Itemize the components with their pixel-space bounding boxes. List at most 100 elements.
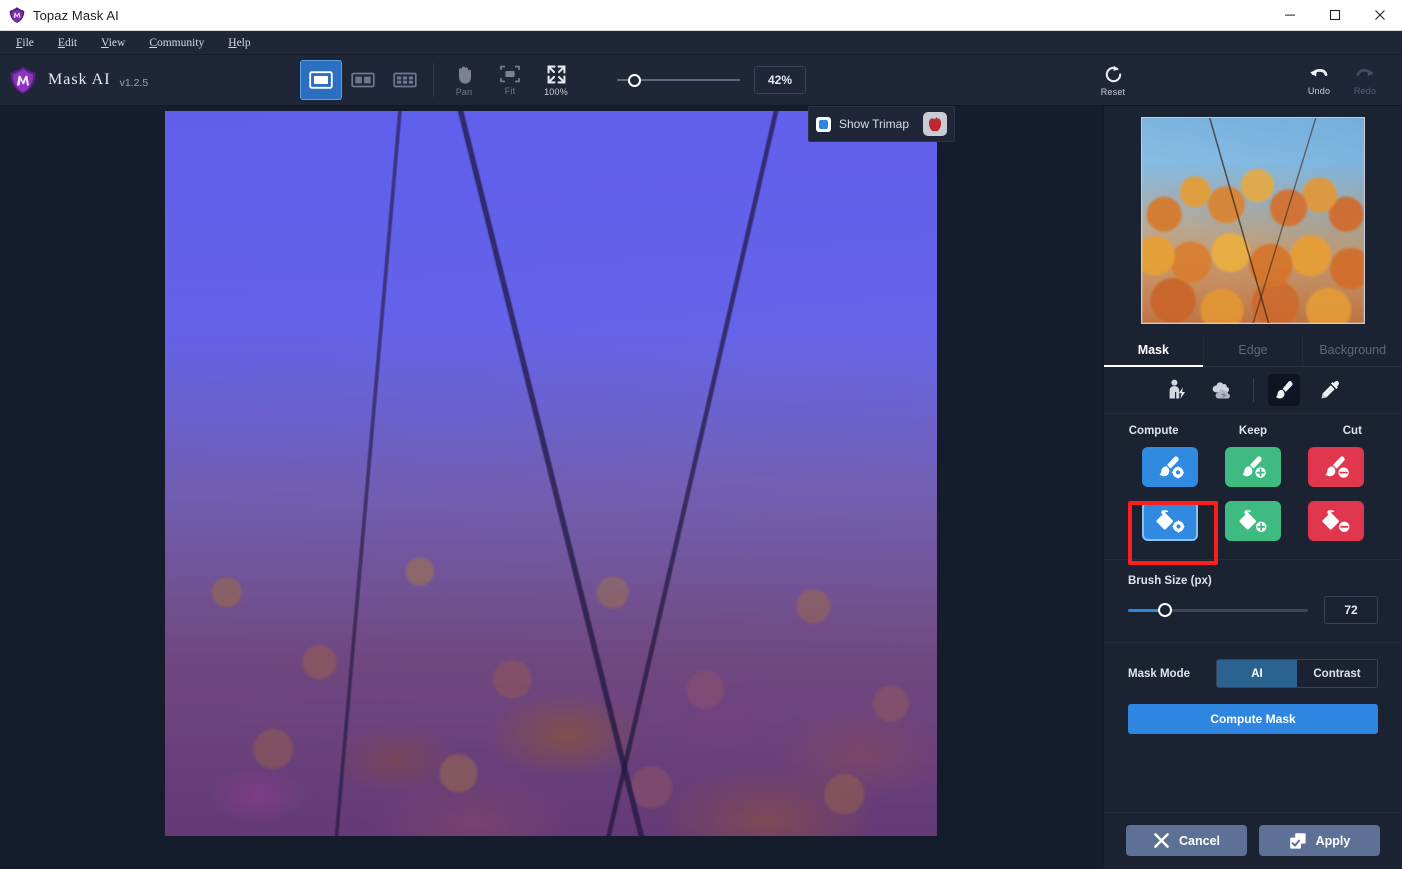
reset-button[interactable]: Reset (1090, 59, 1136, 101)
apply-button[interactable]: Apply (1259, 825, 1380, 856)
brand-version: v1.2.5 (119, 76, 149, 89)
brush-size-label: Brush Size (px) (1128, 575, 1212, 587)
cancel-button-label: Cancel (1179, 833, 1220, 848)
topaz-shield-icon (8, 6, 26, 24)
close-button[interactable] (1357, 0, 1402, 31)
zoom-100-button[interactable]: 100% (533, 59, 579, 101)
app-window: Topaz Mask AI File Edit View Community H… (0, 0, 1402, 869)
zoom-control: 42% (617, 66, 806, 94)
column-label-cut: Cut (1342, 425, 1362, 437)
fit-button[interactable]: Fit (487, 59, 533, 101)
mask-mode-contrast[interactable]: Contrast (1297, 660, 1377, 687)
undo-button-label: Undo (1307, 86, 1331, 96)
view-mode-single[interactable] (300, 60, 342, 100)
panel-spacer (1104, 734, 1402, 812)
show-trimap-bar: Show Trimap (808, 106, 955, 142)
menu-item-help[interactable]: Help (216, 34, 262, 52)
compute-mask-button[interactable]: Compute Mask (1128, 704, 1378, 734)
reset-button-label: Reset (1100, 86, 1126, 97)
apple-thumbnail-icon[interactable] (923, 112, 947, 136)
menu-edit-rest: dit (64, 36, 78, 49)
eyedropper-icon[interactable] (1314, 374, 1346, 406)
main-toolbar: Mask AI v1.2.5 Pan Fit 100% 42% Reset Un… (0, 55, 1402, 106)
canvas-image[interactable] (165, 111, 937, 836)
pan-tool-label: Pan (455, 86, 473, 97)
mask-mode-ai[interactable]: AI (1217, 660, 1297, 687)
fill-keep-button[interactable] (1224, 501, 1281, 541)
thumbnail-branches (1142, 118, 1364, 323)
zoom-slider[interactable] (617, 73, 740, 87)
image-thumbnail[interactable] (1141, 117, 1365, 324)
tab-background[interactable]: Background (1303, 334, 1402, 366)
brush-keep-button[interactable] (1224, 447, 1281, 487)
fill-cut-button[interactable] (1308, 501, 1365, 541)
toolbar-right-group: Reset Undo Redo (1076, 59, 1402, 101)
mask-ai-shield-logo (10, 66, 36, 94)
zoom-value[interactable]: 42% (754, 66, 806, 94)
tool-row-divider (1252, 378, 1254, 402)
view-mode-group (300, 55, 426, 106)
person-lightning-icon[interactable] (1161, 374, 1193, 406)
brush-size-value[interactable]: 72 (1324, 596, 1378, 624)
nav-tools-group: Pan Fit 100% (441, 55, 579, 106)
checkbox-check-icon (819, 119, 828, 129)
menu-item-edit[interactable]: Edit (46, 34, 89, 52)
pan-tool-button[interactable]: Pan (441, 59, 487, 101)
undo-button[interactable]: Undo (1296, 59, 1342, 101)
menu-item-community[interactable]: Community (137, 34, 216, 52)
apply-check-icon (1289, 832, 1306, 849)
window-controls (1267, 0, 1402, 31)
menu-file-rest: ile (22, 36, 34, 49)
window-title: Topaz Mask AI (33, 7, 119, 23)
canvas-area[interactable]: Show Trimap (0, 106, 1103, 869)
menu-bar: File Edit View Community Help (0, 31, 1402, 55)
brush-compute-button[interactable] (1141, 447, 1198, 487)
menu-community-rest: ommunity (156, 36, 205, 49)
preview-thumbnail-wrap (1104, 106, 1402, 334)
brush-size-row: 72 (1128, 596, 1378, 624)
zoom-slider-handle[interactable] (628, 73, 641, 87)
view-mode-multi[interactable] (384, 60, 426, 100)
brush-icon[interactable] (1267, 374, 1300, 406)
right-panel: Mask Edge Background Compute Keep Cut Br… (1103, 106, 1402, 869)
menu-help-rest: elp (236, 36, 251, 49)
menu-view-rest: iew (108, 36, 126, 49)
app-body: Show Trimap Mask Edge Background Compute… (0, 106, 1402, 869)
app-brand: Mask AI v1.2.5 (0, 65, 300, 95)
maximize-button[interactable] (1312, 0, 1357, 31)
toolbar-divider-1 (433, 63, 434, 97)
zoom-100-label: 100% (544, 86, 568, 97)
menu-item-file[interactable]: File (4, 34, 46, 52)
mask-mode-label: Mask Mode (1128, 667, 1190, 680)
mask-mode-section: Mask Mode AI Contrast (1104, 643, 1402, 688)
tool-icon-row (1104, 367, 1402, 414)
branches-layer (165, 111, 937, 836)
panel-tabs: Mask Edge Background (1104, 334, 1402, 367)
apply-button-label: Apply (1315, 833, 1351, 848)
brush-cut-button[interactable] (1308, 447, 1365, 487)
column-label-compute: Compute (1128, 425, 1179, 437)
mask-mode-row: Mask Mode AI Contrast (1128, 659, 1378, 688)
menu-item-view[interactable]: View (89, 34, 137, 52)
mask-mode-toggle: AI Contrast (1216, 659, 1378, 688)
view-mode-split[interactable] (342, 60, 384, 100)
title-bar: Topaz Mask AI (0, 0, 1402, 31)
close-x-icon (1154, 833, 1169, 848)
fit-button-label: Fit (504, 86, 516, 96)
brush-slider-handle[interactable] (1157, 603, 1172, 617)
show-trimap-checkbox[interactable] (816, 116, 831, 132)
redo-button-label: Redo (1353, 86, 1377, 96)
minimize-button[interactable] (1267, 0, 1312, 31)
redo-button: Redo (1342, 59, 1388, 101)
brush-tool-grid (1104, 441, 1402, 565)
brush-size-section: Brush Size (px) 72 (1104, 560, 1402, 624)
tab-mask[interactable]: Mask (1104, 334, 1204, 367)
fill-compute-button[interactable] (1141, 501, 1198, 541)
cancel-button[interactable]: Cancel (1126, 825, 1247, 856)
photo-layers (165, 111, 937, 836)
panel-footer: Cancel Apply (1104, 812, 1402, 869)
brush-size-slider[interactable] (1128, 602, 1308, 618)
tab-edge[interactable]: Edge (1204, 334, 1304, 366)
clouds-icon[interactable] (1207, 374, 1239, 406)
show-trimap-label: Show Trimap (839, 117, 910, 131)
